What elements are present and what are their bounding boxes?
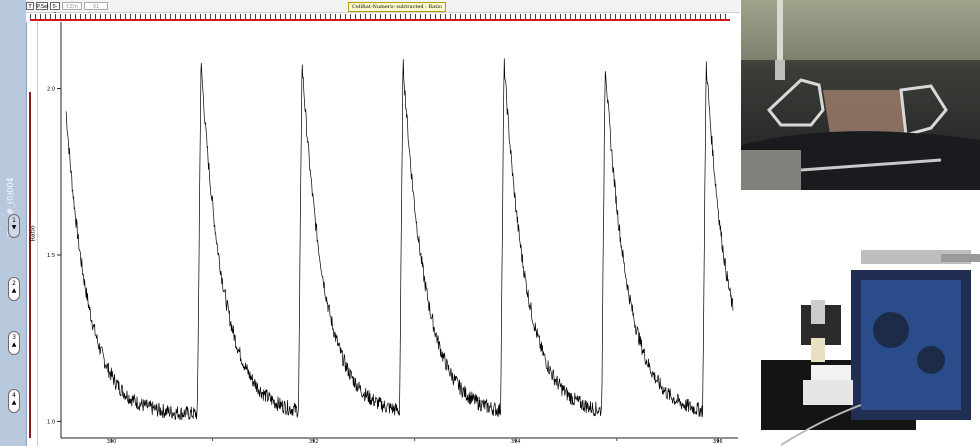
toolbar-button-sweep[interactable]: X1 Sweep [84,2,108,18]
stage-device-photo [741,230,980,446]
y-tick-label: 2.0 [47,87,55,93]
scale-indicator [29,92,31,438]
trace-label: 3 [12,334,16,341]
trace-title-box: CellRat-Numeric subtracted : Ratio [348,2,446,12]
arrow-up-icon: ▲ [11,399,17,406]
y-tick-label: 1.0 [47,419,55,425]
trace-button-2[interactable]: 2 ▲ [8,277,20,301]
app-window: Data-#_(0)004 1 ▼ 2 ▲ 3 ▲ 4 ▲ T P.Sel 0-… [0,0,740,446]
timeline-scrollbar[interactable] [26,13,740,22]
trace-button-1[interactable]: 1 ▼ [8,214,20,238]
timeline-selection [30,19,730,21]
x-ticks: 390 392 394 396 [107,438,723,445]
stage-device-icon [741,230,980,446]
toolbar-button-yzoom[interactable]: Y.Zm [62,2,82,10]
arrow-up-icon: ▲ [11,341,17,348]
trace-sidebar: Data-#_(0)004 1 ▼ 2 ▲ 3 ▲ 4 ▲ [0,0,27,446]
ratio-chart: 390 392 394 396 1.0 1.5 2.0 [47,22,738,445]
y-axis-label: Ratio [29,225,37,242]
microscope-photo-icon [741,0,980,190]
arrow-up-icon: ▲ [11,287,17,294]
trace-label: 4 [12,392,16,399]
toolbar-button-zero[interactable]: 0-0 [50,2,60,18]
trace-button-3[interactable]: 3 ▲ [8,331,20,355]
toolbar-button-psel[interactable]: P.Sel [36,2,48,10]
trace-button-4[interactable]: 4 ▲ [8,389,20,413]
microscope-view-photo [741,0,980,190]
sidebar-title: Data-#_(0)004 [6,177,15,237]
trace-label: 2 [12,280,16,287]
ratio-plot[interactable]: 390 392 394 396 1.0 1.5 2.0 [38,22,740,446]
trace-label: 1 [12,217,16,224]
y-ticks: 1.0 1.5 2.0 [47,87,61,425]
ratio-trace-line [65,58,734,421]
toolbar-button-t[interactable]: T [26,2,34,10]
arrow-down-icon: ▼ [11,224,17,231]
toolbar: T P.Sel 0-0 Y.Zm X1 Sweep CellRat-Numeri… [26,0,740,18]
y-tick-label: 1.5 [47,253,55,259]
